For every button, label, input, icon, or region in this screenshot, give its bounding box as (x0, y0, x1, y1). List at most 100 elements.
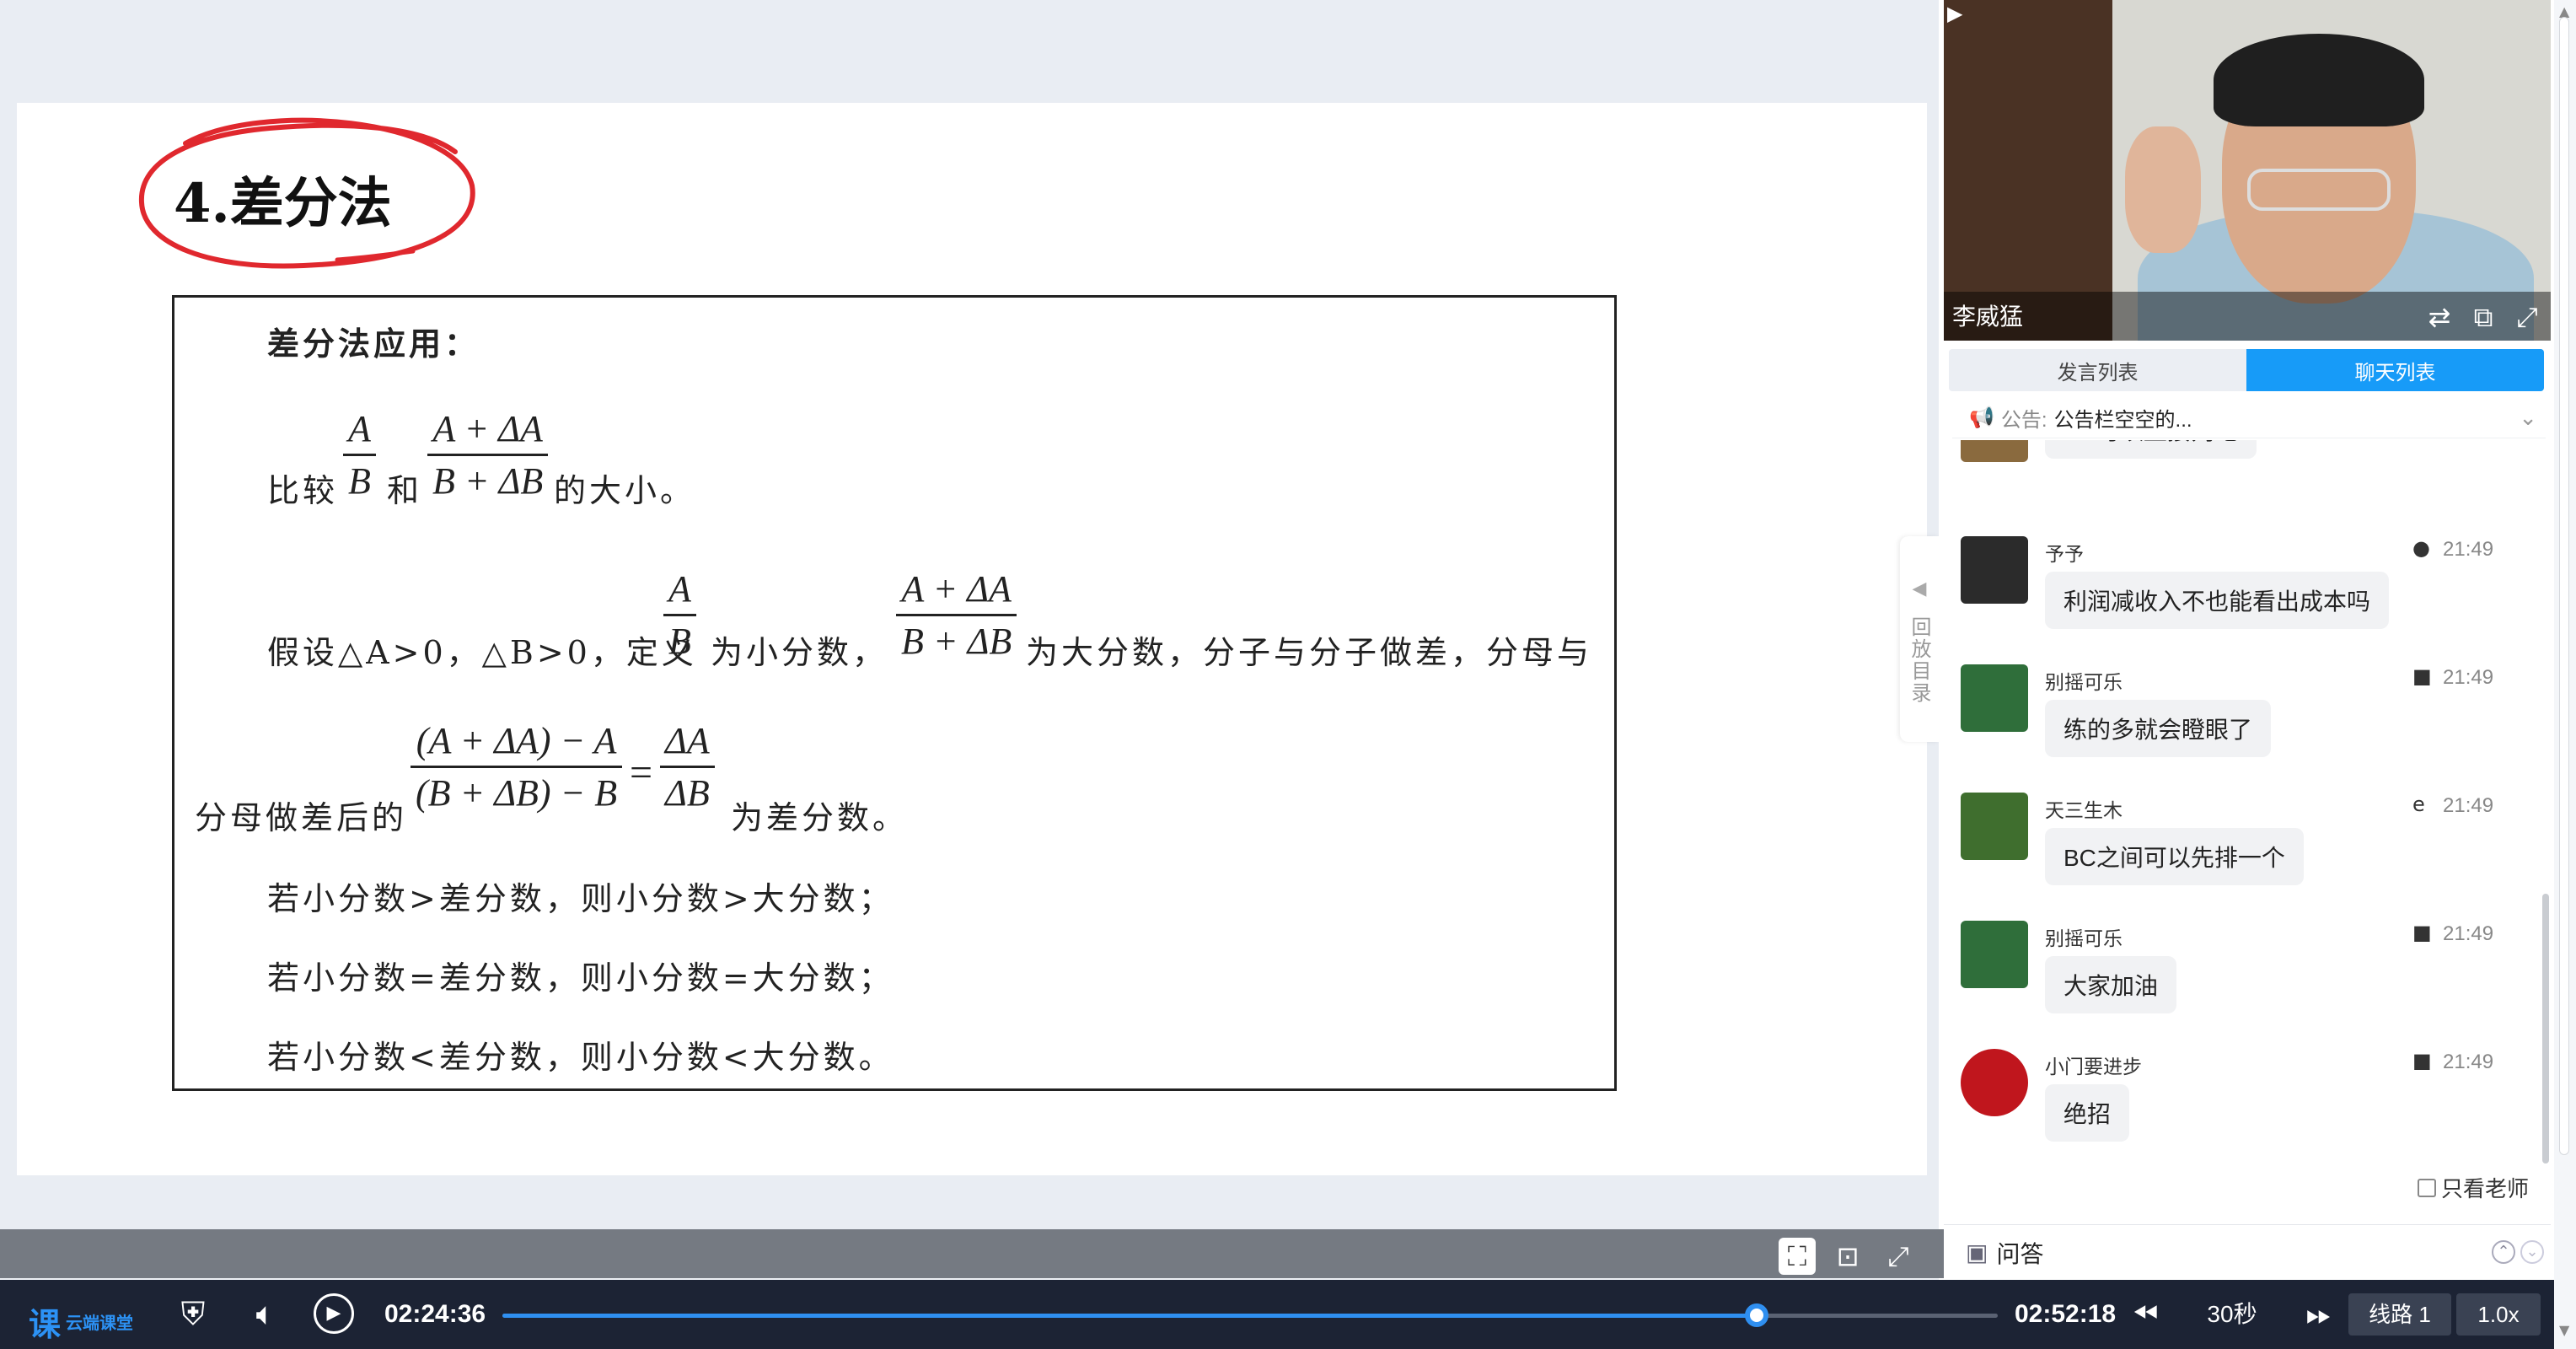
slide-heading: 4.差分法 (174, 172, 392, 235)
edge-icon: e (2412, 793, 2425, 816)
message-user: 别摇可乐 (2045, 927, 2123, 949)
replay-catalog-label: 回放目录 (1908, 616, 1931, 704)
compare-suffix: 的大小。 (554, 472, 696, 509)
chat-message: 天三生木 e 21:49 BC之间可以先排一个 (1952, 793, 2542, 919)
user-avatar (1961, 440, 2028, 462)
fit-screen-icon[interactable]: ⛶ (1779, 1238, 1816, 1275)
fraction-numerator: A (668, 568, 691, 610)
skip-amount[interactable]: 30秒 (2195, 1297, 2269, 1332)
fraction-denominator: B + ΔB (432, 460, 544, 502)
user-avatar (1961, 793, 2028, 860)
teacher-video[interactable]: 李威猛 ⇄ ⧉ ⤢ (1944, 0, 2551, 341)
fraction-denominator: B (348, 460, 371, 502)
message-text: 练的多就会瞪眼了 (2045, 700, 2272, 757)
logo-icon: 课 (29, 1308, 62, 1343)
equals-sign: = (630, 750, 653, 795)
fraction-bar (896, 614, 1017, 616)
fraction-big: A + ΔA B + ΔB (427, 407, 549, 503)
expand-icon[interactable]: ⤢ (2510, 300, 2544, 334)
fraction-denominator: ΔB (665, 772, 710, 814)
user-avatar (1961, 664, 2028, 732)
compare-prefix: 比较 (267, 472, 339, 509)
fraction-diff: (A + ΔA) − A (B + ΔB) − B (411, 719, 623, 814)
notice-label: 公告: (2000, 409, 2047, 432)
chat-scrollbar[interactable] (2542, 894, 2549, 1164)
message-time: 21:49 (2443, 1051, 2494, 1073)
fraction-denominator: B + ΔB (901, 621, 1012, 662)
fraction-big-2: A + ΔA B + ΔB (896, 567, 1017, 663)
tab-chat-list[interactable]: 聊天列表 (2246, 349, 2544, 391)
fraction-numerator: (A + ΔA) − A (416, 720, 617, 761)
progress-handle[interactable] (1744, 1303, 1768, 1327)
replay-catalog-tab[interactable]: ◀ 回放目录 (1900, 536, 1939, 742)
message-time: 21:49 (2443, 794, 2494, 817)
notice-bar[interactable]: 📢 公告: 公告栏空空的... ⌄ (1952, 398, 2546, 438)
tab-speaker-list[interactable]: 发言列表 (1949, 349, 2246, 391)
message-user: 小门要进步 (2045, 1056, 2142, 1078)
line-select-button[interactable]: 线路 1 (2348, 1293, 2451, 1336)
message-user: 别摇可乐 (2045, 671, 2123, 693)
window-scrollbar[interactable]: ▲ ▼ (2554, 0, 2576, 1349)
checkbox[interactable] (2418, 1178, 2436, 1197)
qa-bar[interactable]: ▣ 问答 ⌃ ⌄ (1944, 1224, 2551, 1280)
fraction-bar (660, 766, 715, 768)
focus-icon[interactable]: ⊡ (1829, 1238, 1866, 1275)
speed-button[interactable]: 1.0x (2456, 1293, 2541, 1336)
fraction-bar (427, 454, 549, 456)
scroll-down-icon[interactable]: ▼ (2559, 1322, 2569, 1338)
total-time: 02:52:18 (2015, 1300, 2117, 1328)
message-time: 21:49 (2443, 538, 2494, 561)
popout-icon[interactable]: ⧉ (2466, 300, 2500, 334)
panel-tabs: 发言列表 聊天列表 (1949, 349, 2544, 391)
rewind-icon[interactable]: ⏪︎ (2124, 1295, 2166, 1333)
video-overlay-bar (1944, 292, 2551, 341)
collapse-arrow-icon[interactable]: ▶ (1947, 2, 1962, 25)
message-time: 21:49 (2443, 666, 2494, 689)
assume-text: 假设△A>0，△B>0，定义 (267, 634, 697, 671)
message-user: 天三生木 (2045, 799, 2123, 821)
teacher-name: 李威猛 (1952, 304, 2024, 330)
message-text: BC可以直接判吧 (2045, 440, 2257, 459)
caret-left-icon: ◀ (1912, 578, 1927, 599)
fraction-numerator: ΔA (665, 720, 710, 761)
message-time: 21:49 (2443, 922, 2494, 945)
user-avatar (1961, 1049, 2028, 1116)
fraction-bar (343, 454, 376, 456)
fraction-numerator: A + ΔA (901, 568, 1012, 610)
view-toolbar: ⛶ ⊡ ⤢ (0, 1229, 1944, 1278)
apple-icon: ● (2412, 536, 2430, 560)
fullscreen-icon[interactable]: ⤢ (1880, 1238, 1917, 1275)
chat-message: 别摇可乐 ■ 21:49 大家加油 (1952, 921, 2542, 1047)
chat-message: 予予 ● 21:49 利润减收入不也能看出成本吗 (1952, 536, 2542, 663)
message-user: 予予 (2045, 543, 2084, 565)
fraction-numerator: A + ΔA (432, 408, 543, 449)
video-person-glasses (2247, 169, 2391, 211)
current-time: 02:24:36 (384, 1300, 486, 1328)
small-label: 为小分数， (711, 634, 888, 671)
video-person-hand (2125, 126, 2201, 253)
progress-fill (502, 1314, 1757, 1318)
fraction-denominator: B (668, 621, 691, 662)
box-title: 差分法应用： (267, 325, 480, 363)
fast-forward-icon[interactable]: ⏩︎ (2298, 1295, 2340, 1333)
video-door (1944, 0, 2112, 341)
chevron-up-icon[interactable]: ⌃ (2492, 1240, 2515, 1264)
shield-settings-icon[interactable]: ⛨ (172, 1295, 214, 1333)
chevron-down-icon[interactable]: ⌄ (2520, 1240, 2544, 1264)
only-teacher-toggle[interactable]: 只看老师 (2418, 1172, 2529, 1203)
play-button[interactable]: ▶ (314, 1293, 354, 1334)
message-text: 大家加油 (2045, 956, 2177, 1013)
chevron-down-icon[interactable]: ⌄ (2519, 405, 2537, 431)
switch-camera-icon[interactable]: ⇄ (2423, 300, 2456, 334)
megaphone-icon: 📢 (1969, 406, 1994, 429)
rule-1: 若小分数>差分数，则小分数>大分数； (267, 880, 894, 917)
android-icon: ■ (2412, 921, 2432, 944)
notice-text: 公告栏空空的... (2053, 409, 2192, 432)
user-avatar (1961, 536, 2028, 604)
fraction-small: A B (663, 567, 696, 663)
progress-bar[interactable] (502, 1303, 1998, 1327)
volume-icon[interactable]: 🔈︎ (244, 1295, 287, 1333)
fraction-denominator: (B + ΔB) − B (416, 772, 618, 814)
scroll-thumb[interactable] (2559, 17, 2569, 1155)
fraction-bar (411, 766, 623, 768)
